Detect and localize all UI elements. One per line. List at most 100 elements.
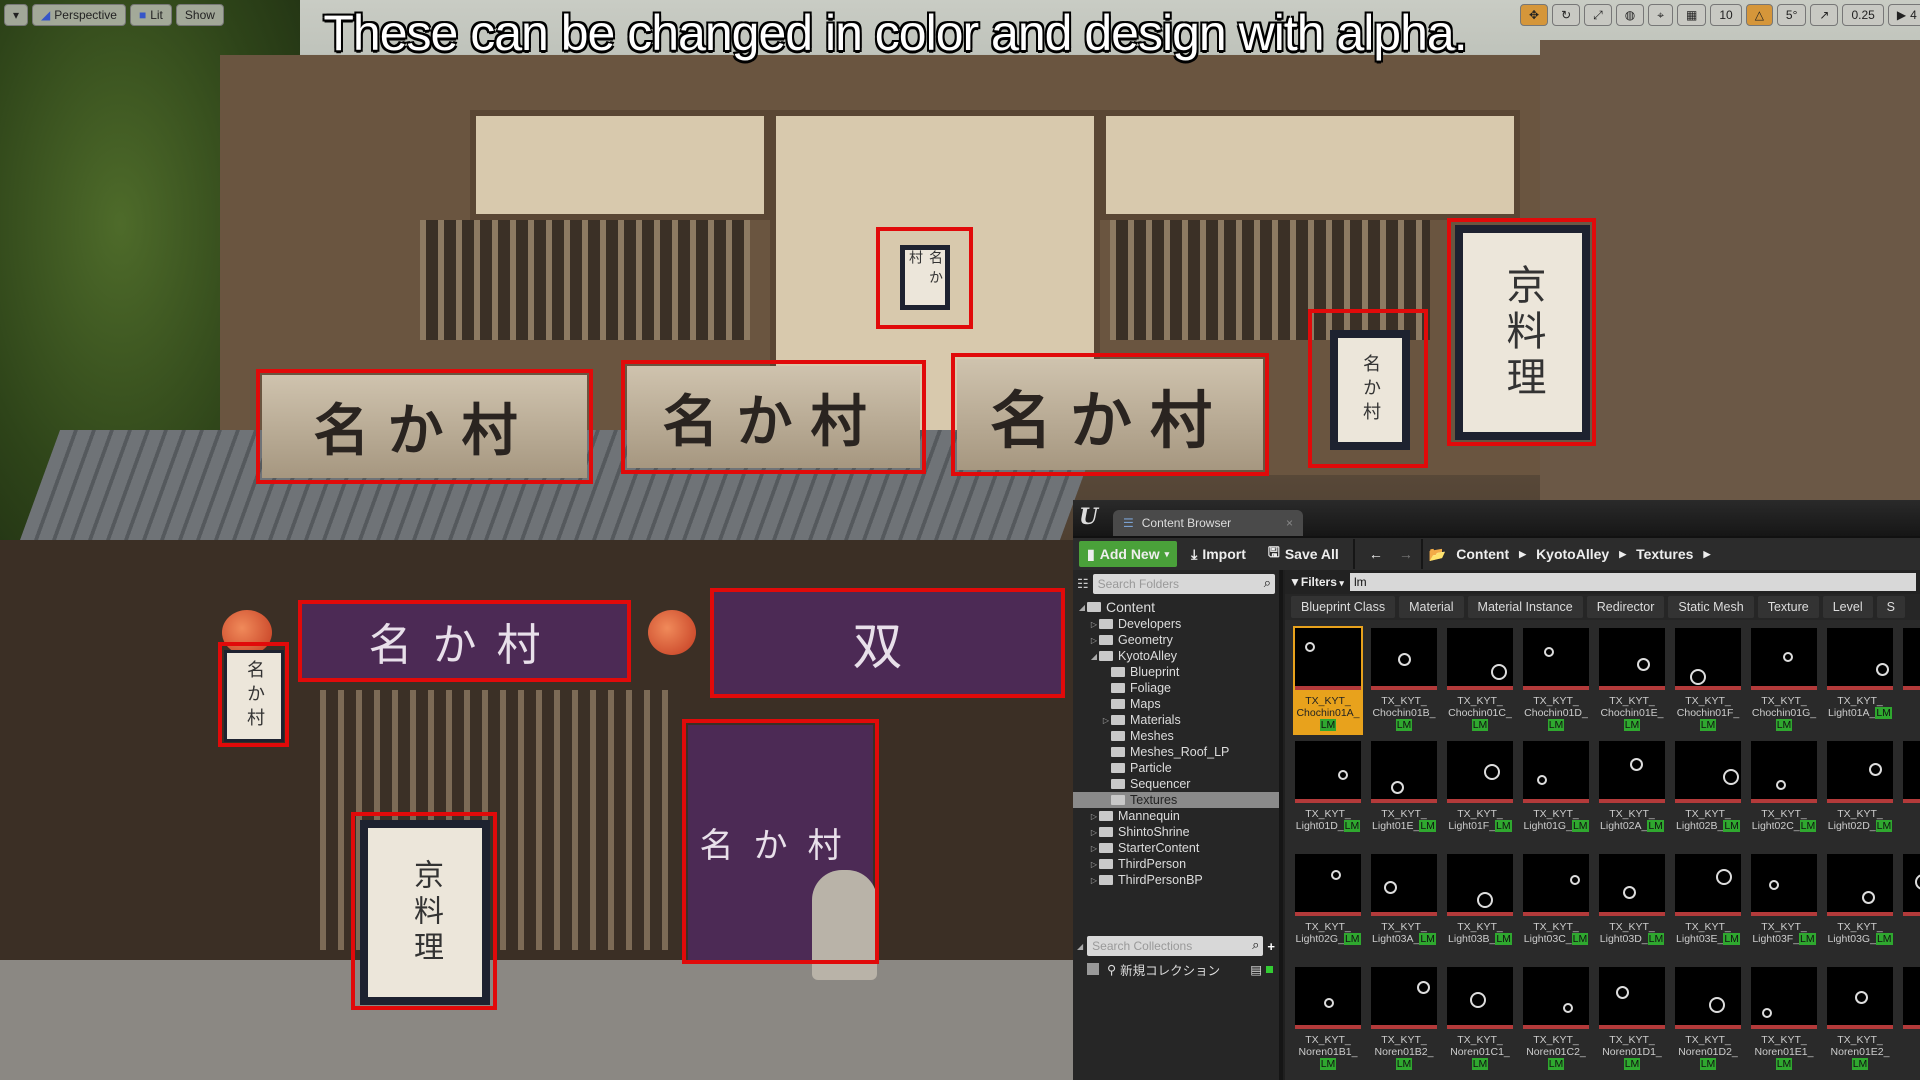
add-collection-icon[interactable]: + xyxy=(1267,939,1275,954)
import-button[interactable]: ⤓ Import xyxy=(1183,541,1254,567)
scale-snap-value[interactable]: 0.25 xyxy=(1842,4,1884,26)
asset-tile[interactable]: TX_KYT_ Noren01E1_ LM xyxy=(1749,965,1819,1074)
asset-tile[interactable]: TX_KYT_ Light03B_LM xyxy=(1445,852,1515,961)
back-button[interactable]: ← xyxy=(1361,541,1391,567)
asset-tile[interactable]: TX_KYT_ Light01A_LM xyxy=(1825,626,1895,735)
asset-tile[interactable]: TX_KYT_ Chochin01F_ LM xyxy=(1673,626,1743,735)
folder-textures[interactable]: Textures xyxy=(1073,792,1279,808)
type-filter-chip[interactable]: Static Mesh xyxy=(1668,596,1754,618)
folder-foliage[interactable]: Foliage xyxy=(1073,680,1279,696)
folder-sequencer[interactable]: Sequencer xyxy=(1073,776,1279,792)
asset-tile[interactable]: TX_KYT_ Chochin01E_ LM xyxy=(1597,626,1667,735)
asset-tile[interactable]: TX_KYT_ Light01F_LM xyxy=(1445,739,1515,848)
filters-button[interactable]: ▼Filters ▾ xyxy=(1289,575,1344,589)
asset-tile[interactable]: TX_KYT_ Light02A_LM xyxy=(1597,739,1667,848)
world-local-toggle[interactable]: ◍ xyxy=(1615,4,1645,26)
asset-tile[interactable]: TX_KYT_ Noren01B2_ LM xyxy=(1369,965,1439,1074)
folder-meshes-roof-lp[interactable]: Meshes_Roof_LP xyxy=(1073,744,1279,760)
asset-tile[interactable]: TX_KYT_ Light02C_LM xyxy=(1749,739,1819,848)
expand-arrow-icon[interactable]: ▷ xyxy=(1089,812,1099,821)
asset-tile[interactable]: TX_KYT_ Noren01B1_ LM xyxy=(1293,965,1363,1074)
asset-tile[interactable]: TX_KYT_ Chochin01G_ LM xyxy=(1749,626,1819,735)
checkbox[interactable] xyxy=(1087,963,1099,975)
surface-snap[interactable]: ⌖ xyxy=(1648,4,1673,26)
folder-thirdpersonbp[interactable]: ▷ ThirdPersonBP xyxy=(1073,872,1279,888)
expand-arrow-icon[interactable]: ▷ xyxy=(1089,860,1099,869)
asset-tile[interactable]: TX_KYT_ Light02B_LM xyxy=(1673,739,1743,848)
chevron-right-icon[interactable]: ▶ xyxy=(1519,549,1526,560)
asset-tile[interactable]: TX_KYT_ Light03D_LM xyxy=(1597,852,1667,961)
breadcrumb-content[interactable]: Content xyxy=(1456,546,1509,562)
asset-tile[interactable]: TX_KYT_ Chochin01B_ LM xyxy=(1369,626,1439,735)
asset-tile[interactable]: TX_KYT_ Noren01C1_ LM xyxy=(1445,965,1515,1074)
asset-tile[interactable]: TX_KYT_ Light03A_LM xyxy=(1369,852,1439,961)
search-collections-input[interactable]: Search Collections ⌕ xyxy=(1087,936,1264,956)
expand-arrow-icon[interactable]: ◢ xyxy=(1089,652,1099,661)
chevron-right-icon[interactable]: ▶ xyxy=(1619,549,1626,560)
lit-button[interactable]: ■ Lit xyxy=(129,4,172,26)
folder-geometry[interactable]: ▷ Geometry xyxy=(1073,632,1279,648)
asset-tile[interactable]: TX_KYT_ Light01D_LM xyxy=(1293,739,1363,848)
asset-tile[interactable]: TX_KYT_ Chochin01D_ LM xyxy=(1521,626,1591,735)
asset-tile[interactable]: TX_KYT_ Chochin01C_ LM xyxy=(1445,626,1515,735)
expand-arrow-icon[interactable]: ▷ xyxy=(1089,844,1099,853)
folder-startercontent[interactable]: ▷ StarterContent xyxy=(1073,840,1279,856)
asset-tile[interactable]: TX_KYT_ Light01E_LM xyxy=(1369,739,1439,848)
rotation-snap-toggle[interactable]: △ xyxy=(1745,4,1773,26)
folder-maps[interactable]: Maps xyxy=(1073,696,1279,712)
tab-content-browser[interactable]: ☰ Content Browser × xyxy=(1113,510,1303,536)
forward-button[interactable]: → xyxy=(1397,541,1415,567)
close-tab-icon[interactable]: × xyxy=(1286,516,1293,530)
show-button[interactable]: Show xyxy=(175,4,224,26)
type-filter-chip[interactable]: Material xyxy=(1399,596,1464,618)
asset-tile[interactable]: TX_KYT_ Light01G_LM xyxy=(1521,739,1591,848)
folder-mannequin[interactable]: ▷ Mannequin xyxy=(1073,808,1279,824)
asset-tile[interactable]: TX_KYT_ Light03C_LM xyxy=(1521,852,1591,961)
grid-snap-toggle[interactable]: ▦ xyxy=(1676,4,1707,26)
type-filter-chip[interactable]: Level xyxy=(1822,596,1873,618)
asset-tile[interactable]: T Nor xyxy=(1901,852,1920,961)
asset-search-input[interactable]: lm xyxy=(1349,573,1916,591)
asset-tile[interactable]: TX_KYT_ Chochin01A_ LM xyxy=(1293,626,1363,735)
folder-kyotoalley[interactable]: ◢ KyotoAlley xyxy=(1073,648,1279,664)
type-filter-chip[interactable]: Blueprint Class xyxy=(1291,596,1396,618)
asset-tile[interactable]: TX_KYT_ Light03F_LM xyxy=(1749,852,1819,961)
expand-arrow-icon[interactable]: ▷ xyxy=(1089,620,1099,629)
grid-snap-value[interactable]: 10 xyxy=(1710,4,1742,26)
asset-tile[interactable]: T Ligh xyxy=(1901,626,1920,735)
viewport-options-button[interactable]: ▾ xyxy=(4,4,29,26)
collection-item[interactable]: ⚲ 新規コレクション ▤ xyxy=(1073,960,1279,978)
folder-thirdperson[interactable]: ▷ ThirdPerson xyxy=(1073,856,1279,872)
expand-arrow-icon[interactable]: ▷ xyxy=(1101,716,1111,725)
folder-shintoshrine[interactable]: ▷ ShintoShrine xyxy=(1073,824,1279,840)
expand-arrow-icon[interactable]: ▷ xyxy=(1089,876,1099,885)
asset-tile[interactable]: TX_KYT_ Light03G_LM xyxy=(1825,852,1895,961)
rotation-snap-value[interactable]: 5° xyxy=(1776,4,1807,26)
folder-content[interactable]: ◢ Content xyxy=(1073,598,1279,616)
asset-tile[interactable]: T Ligh xyxy=(1901,739,1920,848)
asset-tile[interactable]: TX_KYT_ Noren01E2_ LM xyxy=(1825,965,1895,1074)
type-filter-chip[interactable]: Texture xyxy=(1757,596,1819,618)
asset-tile[interactable]: TX_KYT_ Light02G_LM xyxy=(1293,852,1363,961)
search-folders-input[interactable]: Search Folders ⌕ xyxy=(1092,574,1275,594)
add-new-button[interactable]: ▮ Add New ▾ xyxy=(1079,541,1178,567)
translate-tool[interactable]: ✥ xyxy=(1520,4,1549,26)
type-filter-chip[interactable]: Redirector xyxy=(1586,596,1665,618)
rotate-tool[interactable]: ↻ xyxy=(1552,4,1581,26)
sources-toggle-icon[interactable]: ☷ xyxy=(1077,576,1089,592)
folder-developers[interactable]: ▷ Developers xyxy=(1073,616,1279,632)
asset-tile[interactable]: TX_KYT_ Light03E_LM xyxy=(1673,852,1743,961)
scale-snap-toggle[interactable]: ↗ xyxy=(1810,4,1839,26)
asset-tile[interactable]: TX_KYT_ Noren01D1_ LM xyxy=(1597,965,1667,1074)
collapse-icon[interactable]: ◢ xyxy=(1077,942,1083,951)
expand-arrow-icon[interactable]: ▷ xyxy=(1089,828,1099,837)
expand-arrow-icon[interactable]: ▷ xyxy=(1089,636,1099,645)
perspective-button[interactable]: ◢ Perspective xyxy=(32,4,126,26)
folder-particle[interactable]: Particle xyxy=(1073,760,1279,776)
asset-tile[interactable]: TX_KYT_ Noren01D2_ LM xyxy=(1673,965,1743,1074)
camera-speed[interactable]: ▶ 4 xyxy=(1887,4,1920,26)
breadcrumb-textures[interactable]: Textures xyxy=(1636,546,1693,562)
scale-tool[interactable]: ⤢ xyxy=(1584,4,1612,26)
chevron-right-icon[interactable]: ▶ xyxy=(1703,549,1710,560)
folder-materials[interactable]: ▷ Materials xyxy=(1073,712,1279,728)
